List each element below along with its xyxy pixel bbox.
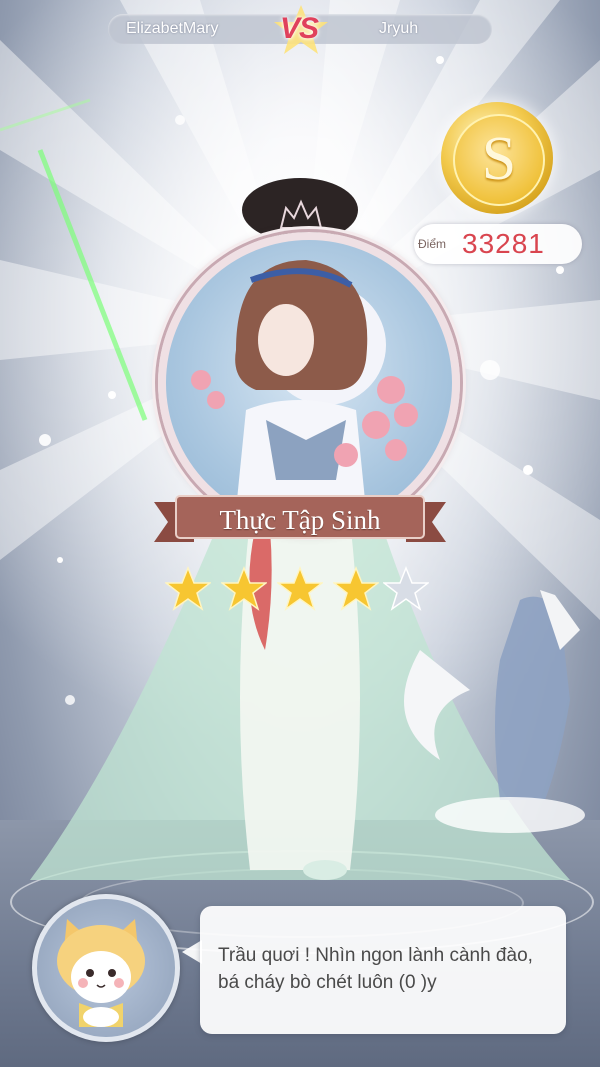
star-icon [165,566,211,611]
rank-letter: S [481,125,517,193]
rank-medal: S [441,102,553,214]
crown-ornament [279,199,323,229]
score-value: 33281 [462,228,545,259]
star-icon [221,566,267,611]
score-pill: Điểm 33281 [414,224,582,264]
dialog-text: Trầu quơi ! Nhìn ngon lành cành đào, bá … [218,945,533,993]
character-portrait [158,232,460,534]
star-icon [277,566,323,611]
speech-tail [182,940,202,964]
speech-bubble[interactable]: Trầu quơi ! Nhìn ngon lành cành đào, bá … [200,906,566,1034]
mascot-avatar [32,894,180,1042]
vs-label: VS [280,12,319,45]
score-label: Điểm [418,237,447,251]
game-stage: Thực Tập Sinh ElizabetMary Jryuh VS S Đi… [0,0,600,1067]
star-empty-icon [383,566,429,611]
outfit-title: Thực Tập Sinh [219,505,381,535]
portrait-illustration [191,260,418,510]
player-left-name: ElizabetMary [126,20,219,37]
player-right-name: Jryuh [379,20,419,37]
star-icon [333,566,379,611]
cat-mascot-icon [57,919,145,1027]
rank-medal-inner: S [453,114,545,206]
